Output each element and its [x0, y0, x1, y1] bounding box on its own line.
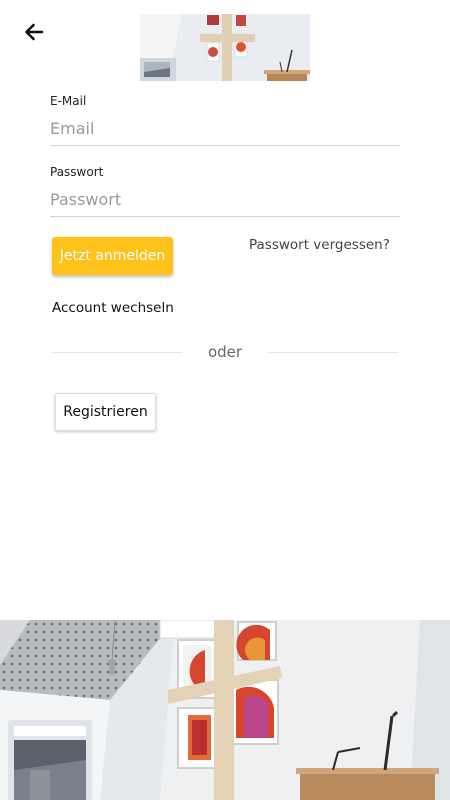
arrow-left-icon	[25, 23, 44, 41]
footer-church-photo	[0, 620, 450, 800]
login-button[interactable]: Jetzt anmelden	[52, 237, 173, 275]
register-button[interactable]: Registrieren	[55, 393, 156, 431]
divider-line-right	[268, 352, 398, 353]
back-button[interactable]	[20, 18, 48, 46]
header-church-photo	[140, 14, 310, 81]
password-input[interactable]	[50, 182, 400, 217]
switch-account-link[interactable]: Account wechseln	[52, 300, 174, 316]
password-label: Passwort	[50, 165, 104, 179]
email-label: E-Mail	[50, 94, 87, 108]
divider-line-left	[52, 352, 182, 353]
divider-or-label: oder	[207, 343, 243, 361]
forgot-password-link[interactable]: Passwort vergessen?	[249, 237, 390, 253]
email-input[interactable]	[50, 111, 400, 146]
